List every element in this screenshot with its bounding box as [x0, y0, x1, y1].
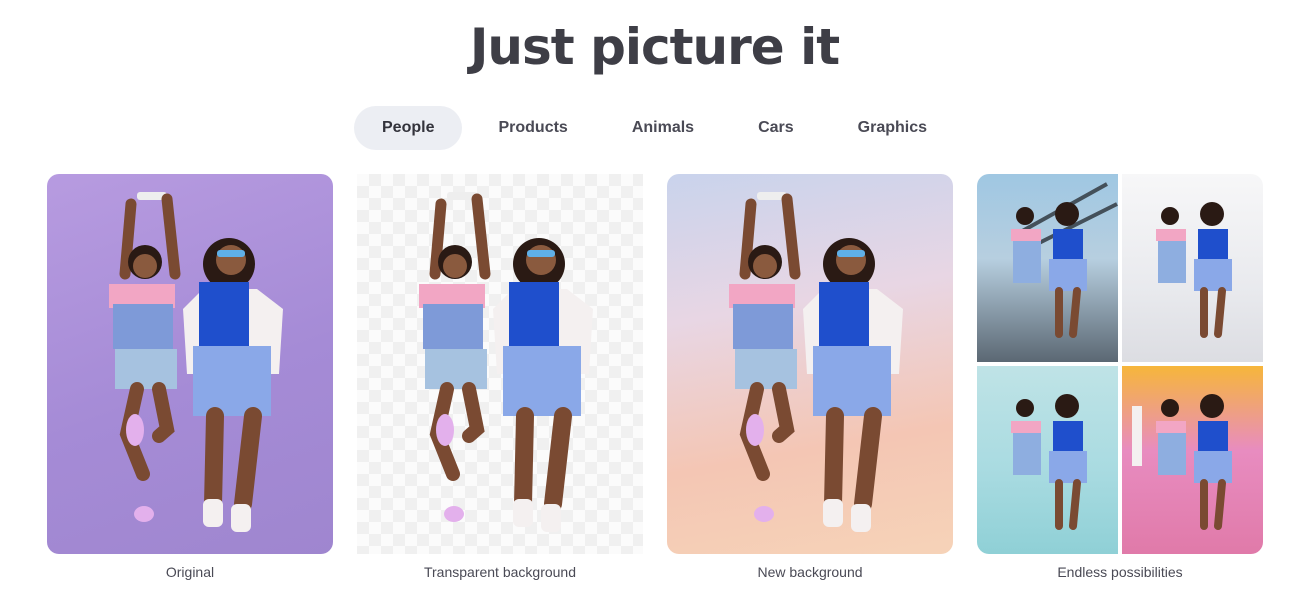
people-illustration: [419, 192, 593, 532]
transparent-background-image: [357, 174, 643, 554]
endless-possibilities-grid: [977, 174, 1263, 554]
caption-endless-possibilities: Endless possibilities: [1057, 564, 1183, 580]
category-tabs: People Products Animals Cars Graphics: [0, 106, 1309, 150]
new-background-image: [667, 174, 953, 554]
caption-new-background: New background: [757, 564, 863, 580]
people-illustration: [1156, 202, 1232, 338]
page-title: Just picture it: [469, 18, 840, 76]
original-image: [47, 174, 333, 554]
tab-animals[interactable]: Animals: [604, 106, 722, 150]
people-illustration: [1011, 394, 1087, 530]
caption-transparent-background: Transparent background: [423, 564, 577, 580]
variant-white-room-background: [1122, 174, 1263, 362]
people-illustration: [1132, 394, 1232, 530]
tab-products[interactable]: Products: [470, 106, 595, 150]
tab-graphics[interactable]: Graphics: [830, 106, 955, 150]
tab-people[interactable]: People: [354, 106, 463, 150]
people-illustration: [109, 192, 283, 532]
variant-bridge-background: [977, 174, 1118, 362]
tab-cars[interactable]: Cars: [730, 106, 822, 150]
variant-colorful-court-background: [1122, 366, 1263, 554]
variant-pastel-blue-background: [977, 366, 1118, 554]
people-illustration: [729, 192, 903, 532]
caption-original: Original: [165, 564, 215, 580]
people-illustration: [1011, 182, 1118, 338]
